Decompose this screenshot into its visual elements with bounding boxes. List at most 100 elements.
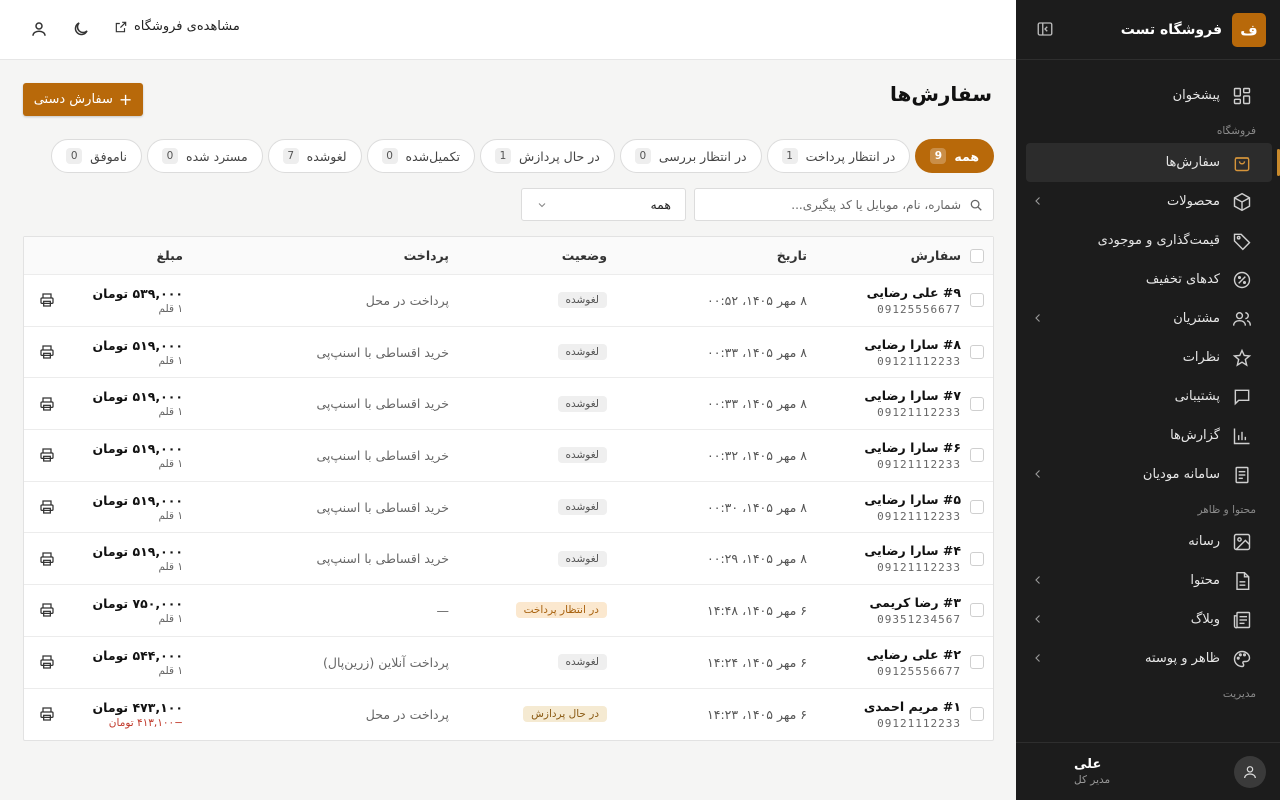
row-checkbox[interactable] — [970, 603, 984, 618]
chevron-left-icon — [1035, 654, 1040, 662]
sidebar-item-media[interactable]: رسانه — [1016, 522, 1272, 561]
status-badge: در انتظار پرداخت — [515, 602, 607, 619]
users-icon — [1232, 311, 1252, 326]
sidebar-item-discounts[interactable]: کدهای تخفیف — [1016, 260, 1272, 299]
manual-order-button[interactable]: + سفارش دستی — [23, 83, 143, 116]
row-checkbox[interactable] — [970, 345, 984, 360]
order-title[interactable]: #۳ رضا کریمی — [869, 595, 961, 610]
sidebar-item-theme[interactable]: ظاهر و پوسته — [1016, 639, 1272, 678]
tab-label: در انتظار پرداخت — [805, 148, 896, 164]
order-subline: ۱ قلم — [158, 457, 183, 470]
payment-method: پرداخت آنلاین (زرین‌پال) — [323, 654, 449, 670]
sidebar-item-label: پشتیبانی — [1174, 389, 1220, 404]
printer-icon[interactable] — [39, 292, 55, 308]
status-filter-select[interactable]: همه — [521, 188, 686, 221]
printer-icon[interactable] — [39, 396, 55, 412]
column-header-date: تاریخ — [776, 248, 807, 263]
printer-icon[interactable] — [39, 706, 55, 722]
tag-icon — [1233, 233, 1251, 250]
order-title[interactable]: #۸ سارا رضایی — [864, 337, 961, 352]
tab-completed[interactable]: تکمیل‌شده 0 — [366, 139, 475, 173]
row-checkbox[interactable] — [970, 551, 984, 566]
order-title[interactable]: #۹ علی رضایی — [867, 285, 961, 300]
order-date: ۸ مهر ۱۴۰۵، ۰۰:۳۳ — [707, 344, 807, 360]
row-checkbox[interactable] — [970, 396, 984, 411]
order-title[interactable]: #۴ سارا رضایی — [864, 543, 961, 558]
printer-icon[interactable] — [39, 602, 55, 618]
sidebar-item-support[interactable]: پشتیبانی — [1016, 377, 1272, 416]
tab-failed[interactable]: ناموفق 0 — [51, 139, 143, 173]
sidebar-collapse-icon[interactable] — [1036, 20, 1054, 38]
row-checkbox[interactable] — [970, 655, 984, 670]
sidebar-section-content: محتوا و ظاهر — [1197, 504, 1256, 516]
tab-count: 1 — [781, 148, 798, 164]
table-row[interactable]: #۳ رضا کریمی 09351234567 ۶ مهر ۱۴۰۵، ۱۴:۴۸… — [24, 585, 993, 637]
table-row[interactable]: #۲ علی رضایی 09125556677 ۶ مهر ۱۴۰۵، ۱۴:۲۴… — [24, 637, 993, 689]
sidebar-item-orders[interactable]: سفارش‌ها — [1026, 143, 1280, 182]
sidebar-item-tax-system[interactable]: سامانه مودیان — [1016, 455, 1272, 494]
tab-awaiting-review[interactable]: در انتظار بررسی 0 — [619, 139, 762, 173]
row-checkbox[interactable] — [970, 448, 984, 463]
order-date: ۸ مهر ۱۴۰۵، ۰۰:۳۰ — [707, 499, 807, 515]
table-row[interactable]: #۸ سارا رضایی 09121112233 ۸ مهر ۱۴۰۵، ۰۰:۳… — [24, 327, 993, 379]
user-icon[interactable] — [30, 20, 48, 38]
order-title[interactable]: #۲ علی رضایی — [867, 647, 961, 662]
row-checkbox[interactable] — [970, 500, 984, 515]
order-title[interactable]: #۵ سارا رضایی — [864, 492, 961, 507]
orders-table: سفارش تاریخ وضعیت پرداخت مبلغ #۹ علی رضا… — [23, 236, 994, 742]
sidebar-item-products[interactable]: محصولات — [1016, 182, 1272, 221]
sidebar-item-reviews[interactable]: نظرات — [1016, 338, 1272, 377]
tab-processing[interactable]: در حال پردازش 1 — [479, 139, 615, 173]
table-row[interactable]: #۱ مریم احمدی 09121112233 ۶ مهر ۱۴۰۵، ۱۴:۲… — [24, 689, 993, 741]
sidebar-item-dashboard[interactable]: پیشخوان — [1016, 76, 1272, 115]
row-checkbox[interactable] — [970, 707, 984, 722]
sidebar-item-blog[interactable]: وبلاگ — [1016, 600, 1272, 639]
order-total: ۵۱۹,۰۰۰ تومان — [92, 544, 183, 560]
printer-icon[interactable] — [39, 654, 55, 670]
table-row[interactable]: #۵ سارا رضایی 09121112233 ۸ مهر ۱۴۰۵، ۰۰:۳… — [24, 482, 993, 534]
customer-phone: 09351234567 — [877, 612, 961, 626]
payment-method: خرید اقساطی با اسنپ‌پی — [316, 447, 449, 463]
sidebar-item-label: محصولات — [1167, 194, 1220, 209]
table-row[interactable]: #۹ علی رضایی 09125556677 ۸ مهر ۱۴۰۵، ۰۰:۵۲… — [24, 275, 993, 327]
order-title[interactable]: #۱ مریم احمدی — [864, 699, 961, 714]
tab-all[interactable]: همه 9 — [915, 139, 994, 173]
order-subline: ۱ قلم — [158, 509, 183, 522]
order-title[interactable]: #۶ سارا رضایی — [864, 440, 961, 455]
payment-method: پرداخت در محل — [365, 706, 449, 722]
order-title[interactable]: #۷ سارا رضایی — [864, 388, 961, 403]
order-total: ۵۱۹,۰۰۰ تومان — [92, 440, 183, 456]
page-title: سفارش‌ها — [889, 82, 992, 106]
select-all-checkbox[interactable] — [970, 248, 984, 263]
sidebar-item-content[interactable]: محتوا — [1016, 561, 1272, 600]
table-row[interactable]: #۴ سارا رضایی 09121112233 ۸ مهر ۱۴۰۵، ۰۰:۲… — [24, 533, 993, 586]
tab-cancelled[interactable]: لغوشده 7 — [267, 139, 362, 173]
printer-icon[interactable] — [39, 344, 55, 360]
search-input[interactable] — [711, 197, 961, 212]
table-row[interactable]: #۷ سارا رضایی 09121112233 ۸ مهر ۱۴۰۵، ۰۰:۳… — [24, 378, 993, 431]
user-icon — [1244, 765, 1256, 778]
tab-label: تکمیل‌شده — [405, 148, 460, 164]
table-row[interactable]: #۶ سارا رضایی 09121112233 ۸ مهر ۱۴۰۵، ۰۰:۳… — [24, 430, 993, 482]
status-badge: لغوشده — [557, 395, 607, 412]
chevron-left-icon — [1035, 197, 1040, 205]
sidebar-user[interactable]: علی مدیر کل — [1016, 742, 1280, 800]
sidebar-item-reports[interactable]: گزارش‌ها — [1016, 416, 1272, 455]
plus-icon: + — [118, 89, 133, 109]
external-link-icon — [115, 21, 127, 32]
moon-icon[interactable] — [72, 20, 90, 38]
printer-icon[interactable] — [39, 447, 55, 463]
customer-phone: 09121112233 — [877, 561, 961, 575]
view-store-link[interactable]: مشاهده‌ی فروشگاه — [114, 19, 240, 34]
sidebar-item-customers[interactable]: مشتریان — [1016, 299, 1272, 338]
order-date: ۶ مهر ۱۴۰۵، ۱۴:۲۴ — [707, 654, 807, 670]
printer-icon[interactable] — [39, 499, 55, 515]
store-logo: ف — [1232, 12, 1266, 47]
printer-icon[interactable] — [39, 551, 55, 567]
tab-refunded[interactable]: مسترد شده 0 — [147, 139, 263, 173]
tab-awaiting-payment[interactable]: در انتظار پرداخت 1 — [766, 139, 911, 173]
order-subline: ۱ قلم — [158, 612, 183, 625]
order-subline: ۱ قلم — [158, 302, 183, 315]
row-checkbox[interactable] — [970, 293, 984, 308]
sidebar-item-pricing[interactable]: قیمت‌گذاری و موجودی — [1016, 221, 1272, 260]
